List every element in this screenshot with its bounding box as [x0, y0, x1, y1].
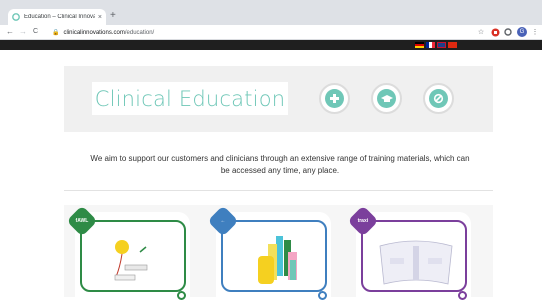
forward-button[interactable]: →	[19, 27, 27, 37]
flag-de-icon[interactable]	[415, 42, 424, 48]
reload-button[interactable]: C	[33, 27, 38, 37]
tab-close-icon[interactable]: ×	[98, 14, 102, 21]
swirl-icon[interactable]	[423, 83, 454, 114]
new-tab-button[interactable]: +	[110, 11, 116, 21]
product-card-fawl[interactable]: fAWL	[66, 205, 190, 300]
extension-icon[interactable]	[490, 27, 500, 37]
browser-menu-icon[interactable]: ⋮	[530, 27, 540, 37]
bookmark-star-icon[interactable]: ☆	[476, 27, 486, 37]
card-link-dot-icon[interactable]	[458, 291, 467, 300]
card-link-dot-icon[interactable]	[177, 291, 186, 300]
product-card-traxi[interactable]: traxi	[347, 205, 471, 300]
profile-avatar[interactable]: G	[517, 27, 527, 37]
product-card-blue[interactable]: ←	[207, 205, 331, 300]
url-domain: clinicalinnovations.com	[63, 29, 125, 36]
address-bar[interactable]: 🔒 clinicalinnovations.com /education/	[52, 27, 154, 38]
flag-fr-icon[interactable]	[426, 42, 435, 48]
site-header-bar	[0, 40, 542, 50]
flag-cn-icon[interactable]	[448, 42, 457, 48]
fawl-device-image	[114, 240, 148, 281]
section-divider	[64, 190, 493, 191]
traxi-panel-image	[379, 240, 453, 285]
browser-tab[interactable]: Education – Clinical Innovations ×	[8, 9, 106, 25]
page-title: Clinical Education	[94, 86, 286, 111]
browser-tab-bar: Education – Clinical Innovations × +	[0, 0, 542, 25]
colorful-device-image	[258, 236, 297, 284]
intro-text: We aim to support our customers and clin…	[90, 154, 470, 175]
flag-uk-icon[interactable]	[437, 42, 446, 48]
plus-icon[interactable]	[319, 83, 350, 114]
extension-circle-icon[interactable]	[503, 27, 513, 37]
card-link-dot-icon[interactable]	[318, 291, 327, 300]
site-favicon-icon	[12, 13, 20, 21]
graduation-cap-icon[interactable]	[371, 83, 402, 114]
back-button[interactable]: ←	[6, 27, 14, 37]
hero-banner: Clinical Education	[64, 66, 493, 132]
url-path: /education/	[124, 29, 155, 36]
hero-title-box: Clinical Education	[92, 82, 288, 115]
browser-toolbar: ← → C 🔒 clinicalinnovations.com /educati…	[0, 25, 542, 40]
lock-icon: 🔒	[52, 30, 60, 36]
tab-title: Education – Clinical Innovations	[24, 14, 95, 20]
